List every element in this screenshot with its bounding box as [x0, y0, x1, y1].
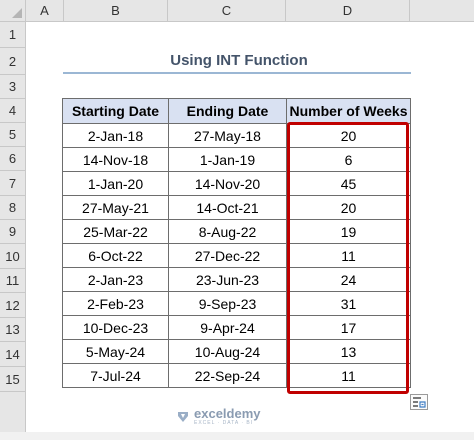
watermark-tagline: EXCEL · DATA · BI [194, 420, 254, 426]
row-header-6[interactable]: 6 [0, 147, 26, 171]
table-row: 25-Mar-22 8-Aug-22 19 [62, 219, 411, 244]
ending-date-cell[interactable]: 22-Sep-24 [168, 363, 287, 388]
starting-date-cell[interactable]: 2-Jan-23 [62, 267, 169, 292]
sheet-title: Using INT Function [170, 52, 308, 69]
row-header-4[interactable]: 4 [0, 99, 26, 123]
row-header-1[interactable]: 1 [0, 22, 26, 48]
table-row: 2-Jan-18 27-May-18 20 [62, 123, 411, 148]
table-row: 6-Oct-22 27-Dec-22 11 [62, 243, 411, 268]
weeks-cell[interactable]: 11 [286, 363, 411, 388]
ending-date-cell[interactable]: 27-Dec-22 [168, 243, 287, 268]
row-header-10[interactable]: 10 [0, 244, 26, 269]
row-header-7[interactable]: 7 [0, 171, 26, 196]
table-row: 2-Feb-23 9-Sep-23 31 [62, 291, 411, 316]
table-row: 7-Jul-24 22-Sep-24 11 [62, 363, 411, 388]
watermark-name: exceldemy [194, 406, 261, 421]
row-header-2[interactable]: 2 [0, 48, 26, 75]
starting-date-cell[interactable]: 14-Nov-18 [62, 147, 169, 172]
row-header-5[interactable]: 5 [0, 123, 26, 147]
title-underline [63, 72, 411, 74]
column-header-e[interactable] [410, 0, 474, 22]
quick-analysis-button[interactable] [410, 394, 428, 410]
row-header-16[interactable] [0, 392, 26, 432]
weeks-cell[interactable]: 20 [286, 195, 411, 220]
starting-date-cell[interactable]: 5-May-24 [62, 339, 169, 364]
weeks-cell[interactable]: 19 [286, 219, 411, 244]
table-row: 2-Jan-23 23-Jun-23 24 [62, 267, 411, 292]
weeks-cell[interactable]: 13 [286, 339, 411, 364]
weeks-cell[interactable]: 11 [286, 243, 411, 268]
header-number-of-weeks[interactable]: Number of Weeks [286, 98, 411, 124]
table-row: 1-Jan-20 14-Nov-20 45 [62, 171, 411, 196]
starting-date-cell[interactable]: 27-May-21 [62, 195, 169, 220]
table-row: 14-Nov-18 1-Jan-19 6 [62, 147, 411, 172]
row-header-14[interactable]: 14 [0, 342, 26, 367]
weeks-cell[interactable]: 45 [286, 171, 411, 196]
column-header-d[interactable]: D [286, 0, 410, 22]
column-header-b[interactable]: B [64, 0, 168, 22]
weeks-cell[interactable]: 20 [286, 123, 411, 148]
column-header-c[interactable]: C [168, 0, 286, 22]
weeks-cell[interactable]: 17 [286, 315, 411, 340]
starting-date-cell[interactable]: 25-Mar-22 [62, 219, 169, 244]
header-ending-date[interactable]: Ending Date [168, 98, 287, 124]
exceldemy-watermark: exceldemy EXCEL · DATA · BI [176, 407, 261, 426]
header-starting-date[interactable]: Starting Date [62, 98, 169, 124]
starting-date-cell[interactable]: 7-Jul-24 [62, 363, 169, 388]
column-header-a[interactable]: A [26, 0, 64, 22]
ending-date-cell[interactable]: 14-Oct-21 [168, 195, 287, 220]
ending-date-cell[interactable]: 23-Jun-23 [168, 267, 287, 292]
row-header-8[interactable]: 8 [0, 196, 26, 220]
row-header-12[interactable]: 12 [0, 293, 26, 318]
row-header-15[interactable]: 15 [0, 367, 26, 392]
table-header-row: Starting Date Ending Date Number of Week… [62, 98, 411, 124]
row-header-13[interactable]: 13 [0, 318, 26, 342]
quick-analysis-icon [413, 397, 426, 408]
ending-date-cell[interactable]: 14-Nov-20 [168, 171, 287, 196]
starting-date-cell[interactable]: 2-Feb-23 [62, 291, 169, 316]
starting-date-cell[interactable]: 6-Oct-22 [62, 243, 169, 268]
ending-date-cell[interactable]: 8-Aug-22 [168, 219, 287, 244]
ending-date-cell[interactable]: 27-May-18 [168, 123, 287, 148]
weeks-cell[interactable]: 6 [286, 147, 411, 172]
select-all-corner[interactable] [0, 0, 26, 22]
row-header-3[interactable]: 3 [0, 75, 26, 99]
starting-date-cell[interactable]: 2-Jan-18 [62, 123, 169, 148]
weeks-table: Starting Date Ending Date Number of Week… [62, 98, 411, 388]
weeks-cell[interactable]: 24 [286, 267, 411, 292]
sheet-bottom-strip [0, 432, 474, 440]
starting-date-cell[interactable]: 1-Jan-20 [62, 171, 169, 196]
starting-date-cell[interactable]: 10-Dec-23 [62, 315, 169, 340]
table-row: 10-Dec-23 9-Apr-24 17 [62, 315, 411, 340]
ending-date-cell[interactable]: 1-Jan-19 [168, 147, 287, 172]
row-header-11[interactable]: 11 [0, 269, 26, 293]
weeks-cell[interactable]: 31 [286, 291, 411, 316]
table-row: 27-May-21 14-Oct-21 20 [62, 195, 411, 220]
exceldemy-logo-icon [178, 411, 188, 422]
ending-date-cell[interactable]: 10-Aug-24 [168, 339, 287, 364]
ending-date-cell[interactable]: 9-Apr-24 [168, 315, 287, 340]
table-row: 5-May-24 10-Aug-24 13 [62, 339, 411, 364]
ending-date-cell[interactable]: 9-Sep-23 [168, 291, 287, 316]
row-header-9[interactable]: 9 [0, 220, 26, 244]
